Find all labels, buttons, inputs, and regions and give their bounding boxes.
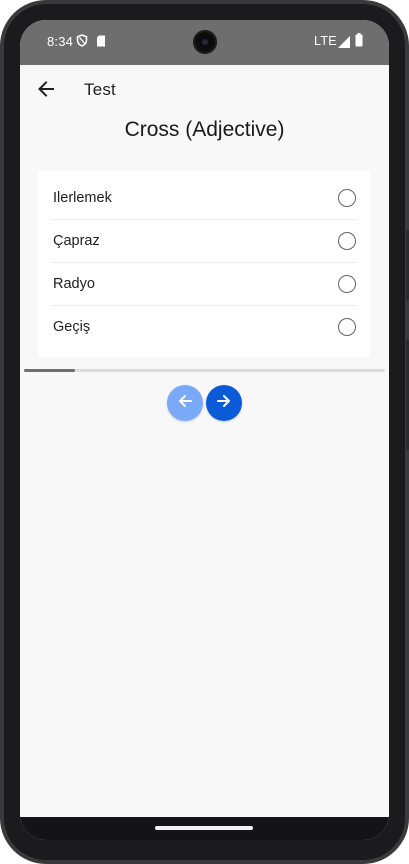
option-label: Çapraz [53,233,100,249]
shield-icon [76,34,88,52]
phone-frame: 8:34 LTE Test Cross (Adjective) Ilerleme… [0,0,409,864]
question-text: Cross (Adjective) [124,118,285,141]
progress-fill [24,369,75,372]
screen: 8:34 LTE Test Cross (Adjective) Ilerleme… [20,20,389,840]
sim-card-icon [96,34,106,52]
back-button[interactable] [32,77,60,105]
app-bar: Test [20,65,389,117]
radio-button[interactable] [338,232,356,250]
option-label: Radyo [53,276,95,292]
option-4[interactable]: Geçiş [52,306,356,349]
option-2[interactable]: Çapraz [52,220,356,263]
status-bar: 8:34 LTE [20,20,389,65]
next-button[interactable] [206,385,242,421]
home-indicator[interactable] [155,826,253,830]
radio-button[interactable] [338,318,356,336]
arrow-left-icon [37,80,55,103]
status-time: 8:34 [47,34,74,49]
progress-bar [24,369,385,372]
option-3[interactable]: Radyo [52,263,356,306]
radio-button[interactable] [338,275,356,293]
options-card: Ilerlemek Çapraz Radyo Geçiş [38,170,370,357]
arrow-right-icon [216,393,232,414]
page-title: Test [84,80,116,99]
signal-icon [338,35,350,53]
option-label: Geçiş [53,319,91,335]
option-1[interactable]: Ilerlemek [52,177,356,220]
radio-button[interactable] [338,189,356,207]
battery-icon [355,33,363,52]
previous-button[interactable] [167,385,203,421]
front-camera [193,30,217,54]
network-type: LTE [314,34,337,48]
option-label: Ilerlemek [53,190,112,206]
arrow-left-icon [177,393,193,414]
system-nav-bar [20,817,389,840]
